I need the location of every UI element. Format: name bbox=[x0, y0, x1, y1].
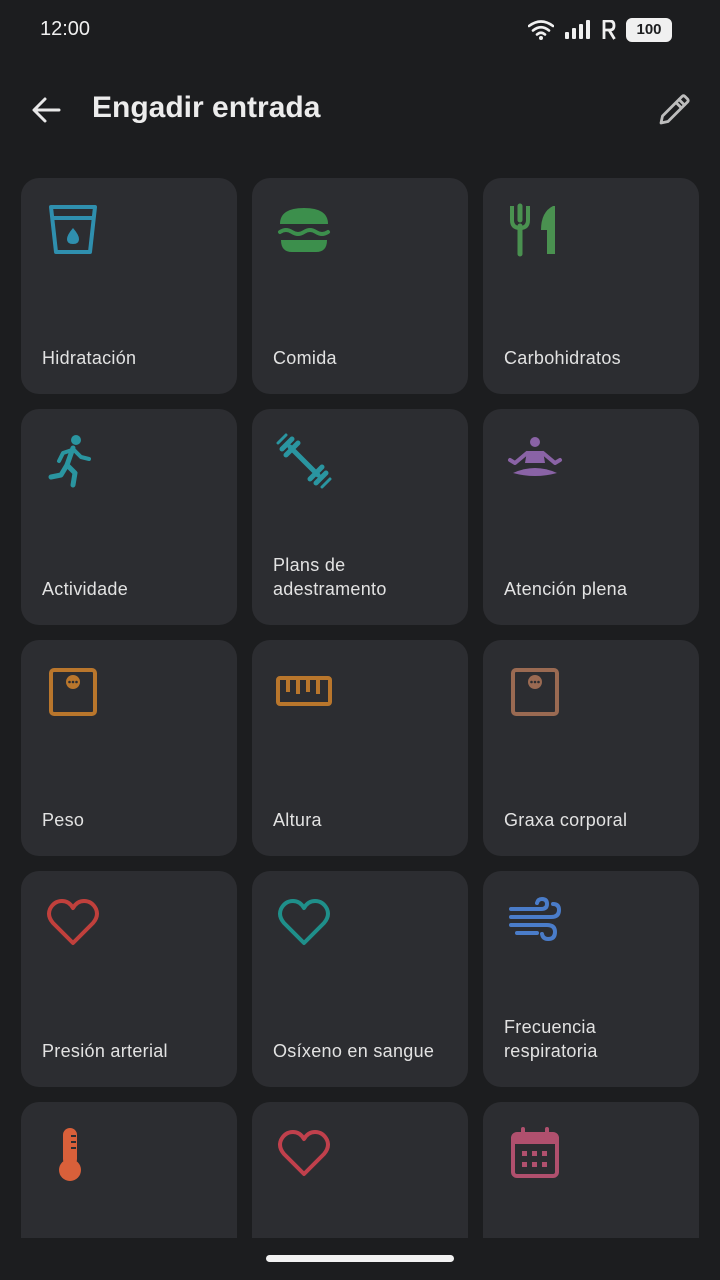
tile-blood-pressure[interactable]: Presión arterial bbox=[21, 871, 237, 1087]
status-time: 12:00 bbox=[40, 18, 91, 40]
wind-icon bbox=[509, 896, 562, 942]
meditation-icon bbox=[508, 437, 562, 476]
page-title: Engadir entrada bbox=[92, 91, 321, 124]
tile-blood-oxygen[interactable]: Osíxeno en sangue bbox=[252, 871, 468, 1087]
thermometer-icon bbox=[59, 1128, 81, 1181]
burger-icon bbox=[278, 208, 330, 252]
tile-label: Graxa corporal bbox=[504, 810, 628, 830]
scale-icon bbox=[511, 668, 559, 716]
app-bar: Engadir entrada bbox=[0, 70, 720, 150]
fork-knife-icon bbox=[510, 203, 555, 257]
tile-label: Plans de adestramento bbox=[273, 555, 387, 599]
tile-activity[interactable]: Actividade bbox=[21, 409, 237, 625]
tile-temperature[interactable] bbox=[21, 1102, 237, 1238]
wifi-icon bbox=[528, 20, 554, 40]
heart-icon bbox=[278, 1130, 330, 1176]
calendar-icon bbox=[511, 1127, 559, 1178]
tile-label: Frecuencia respiratoria bbox=[504, 1017, 598, 1061]
tile-label: Presión arterial bbox=[42, 1041, 168, 1061]
status-bar: 12:00 100 bbox=[0, 0, 720, 60]
tile-label: Carbohidratos bbox=[504, 348, 621, 368]
tile-food[interactable]: Comida bbox=[252, 178, 468, 394]
roaming-icon bbox=[602, 20, 616, 40]
tile-carbohydrates[interactable]: Carbohidratos bbox=[483, 178, 699, 394]
tile-cycle-tracking[interactable] bbox=[483, 1102, 699, 1238]
heart-icon bbox=[278, 899, 330, 945]
tile-label: Peso bbox=[42, 810, 85, 830]
home-indicator[interactable] bbox=[266, 1255, 454, 1262]
glass-water-icon bbox=[49, 205, 97, 254]
tile-heart-rate[interactable] bbox=[252, 1102, 468, 1238]
tile-height[interactable]: Altura bbox=[252, 640, 468, 856]
entry-grid: Hidratación Comida Carbohidratos Activid… bbox=[21, 178, 699, 1238]
tile-label: Hidratación bbox=[42, 348, 137, 368]
arrow-back-icon bbox=[32, 97, 61, 123]
tile-respiratory-rate[interactable]: Frecuencia respiratoria bbox=[483, 871, 699, 1087]
tile-weight[interactable]: Peso bbox=[21, 640, 237, 856]
pencil-icon bbox=[659, 94, 690, 125]
status-icons: 100 bbox=[528, 18, 672, 42]
tile-body-fat[interactable]: Graxa corporal bbox=[483, 640, 699, 856]
tile-label: Comida bbox=[273, 348, 337, 368]
tile-label: Actividade bbox=[42, 579, 129, 599]
tile-mindfulness[interactable]: Atención plena bbox=[483, 409, 699, 625]
tile-label: Osíxeno en sangue bbox=[273, 1041, 435, 1061]
back-button[interactable] bbox=[24, 88, 68, 132]
battery-icon: 100 bbox=[626, 18, 672, 42]
running-icon bbox=[48, 435, 91, 488]
tile-label: Atención plena bbox=[504, 579, 628, 599]
tile-training-plans[interactable]: Plans de adestramento bbox=[252, 409, 468, 625]
signal-icon bbox=[565, 20, 590, 39]
ruler-icon bbox=[276, 676, 332, 706]
scale-icon bbox=[49, 668, 97, 716]
tile-hydration[interactable]: Hidratación bbox=[21, 178, 237, 394]
edit-button[interactable] bbox=[652, 88, 696, 132]
dumbbell-icon bbox=[276, 433, 332, 489]
heart-icon bbox=[47, 899, 99, 945]
tile-label: Altura bbox=[273, 810, 322, 830]
entry-grid-scroll[interactable]: Hidratación Comida Carbohidratos Activid… bbox=[0, 178, 720, 1238]
